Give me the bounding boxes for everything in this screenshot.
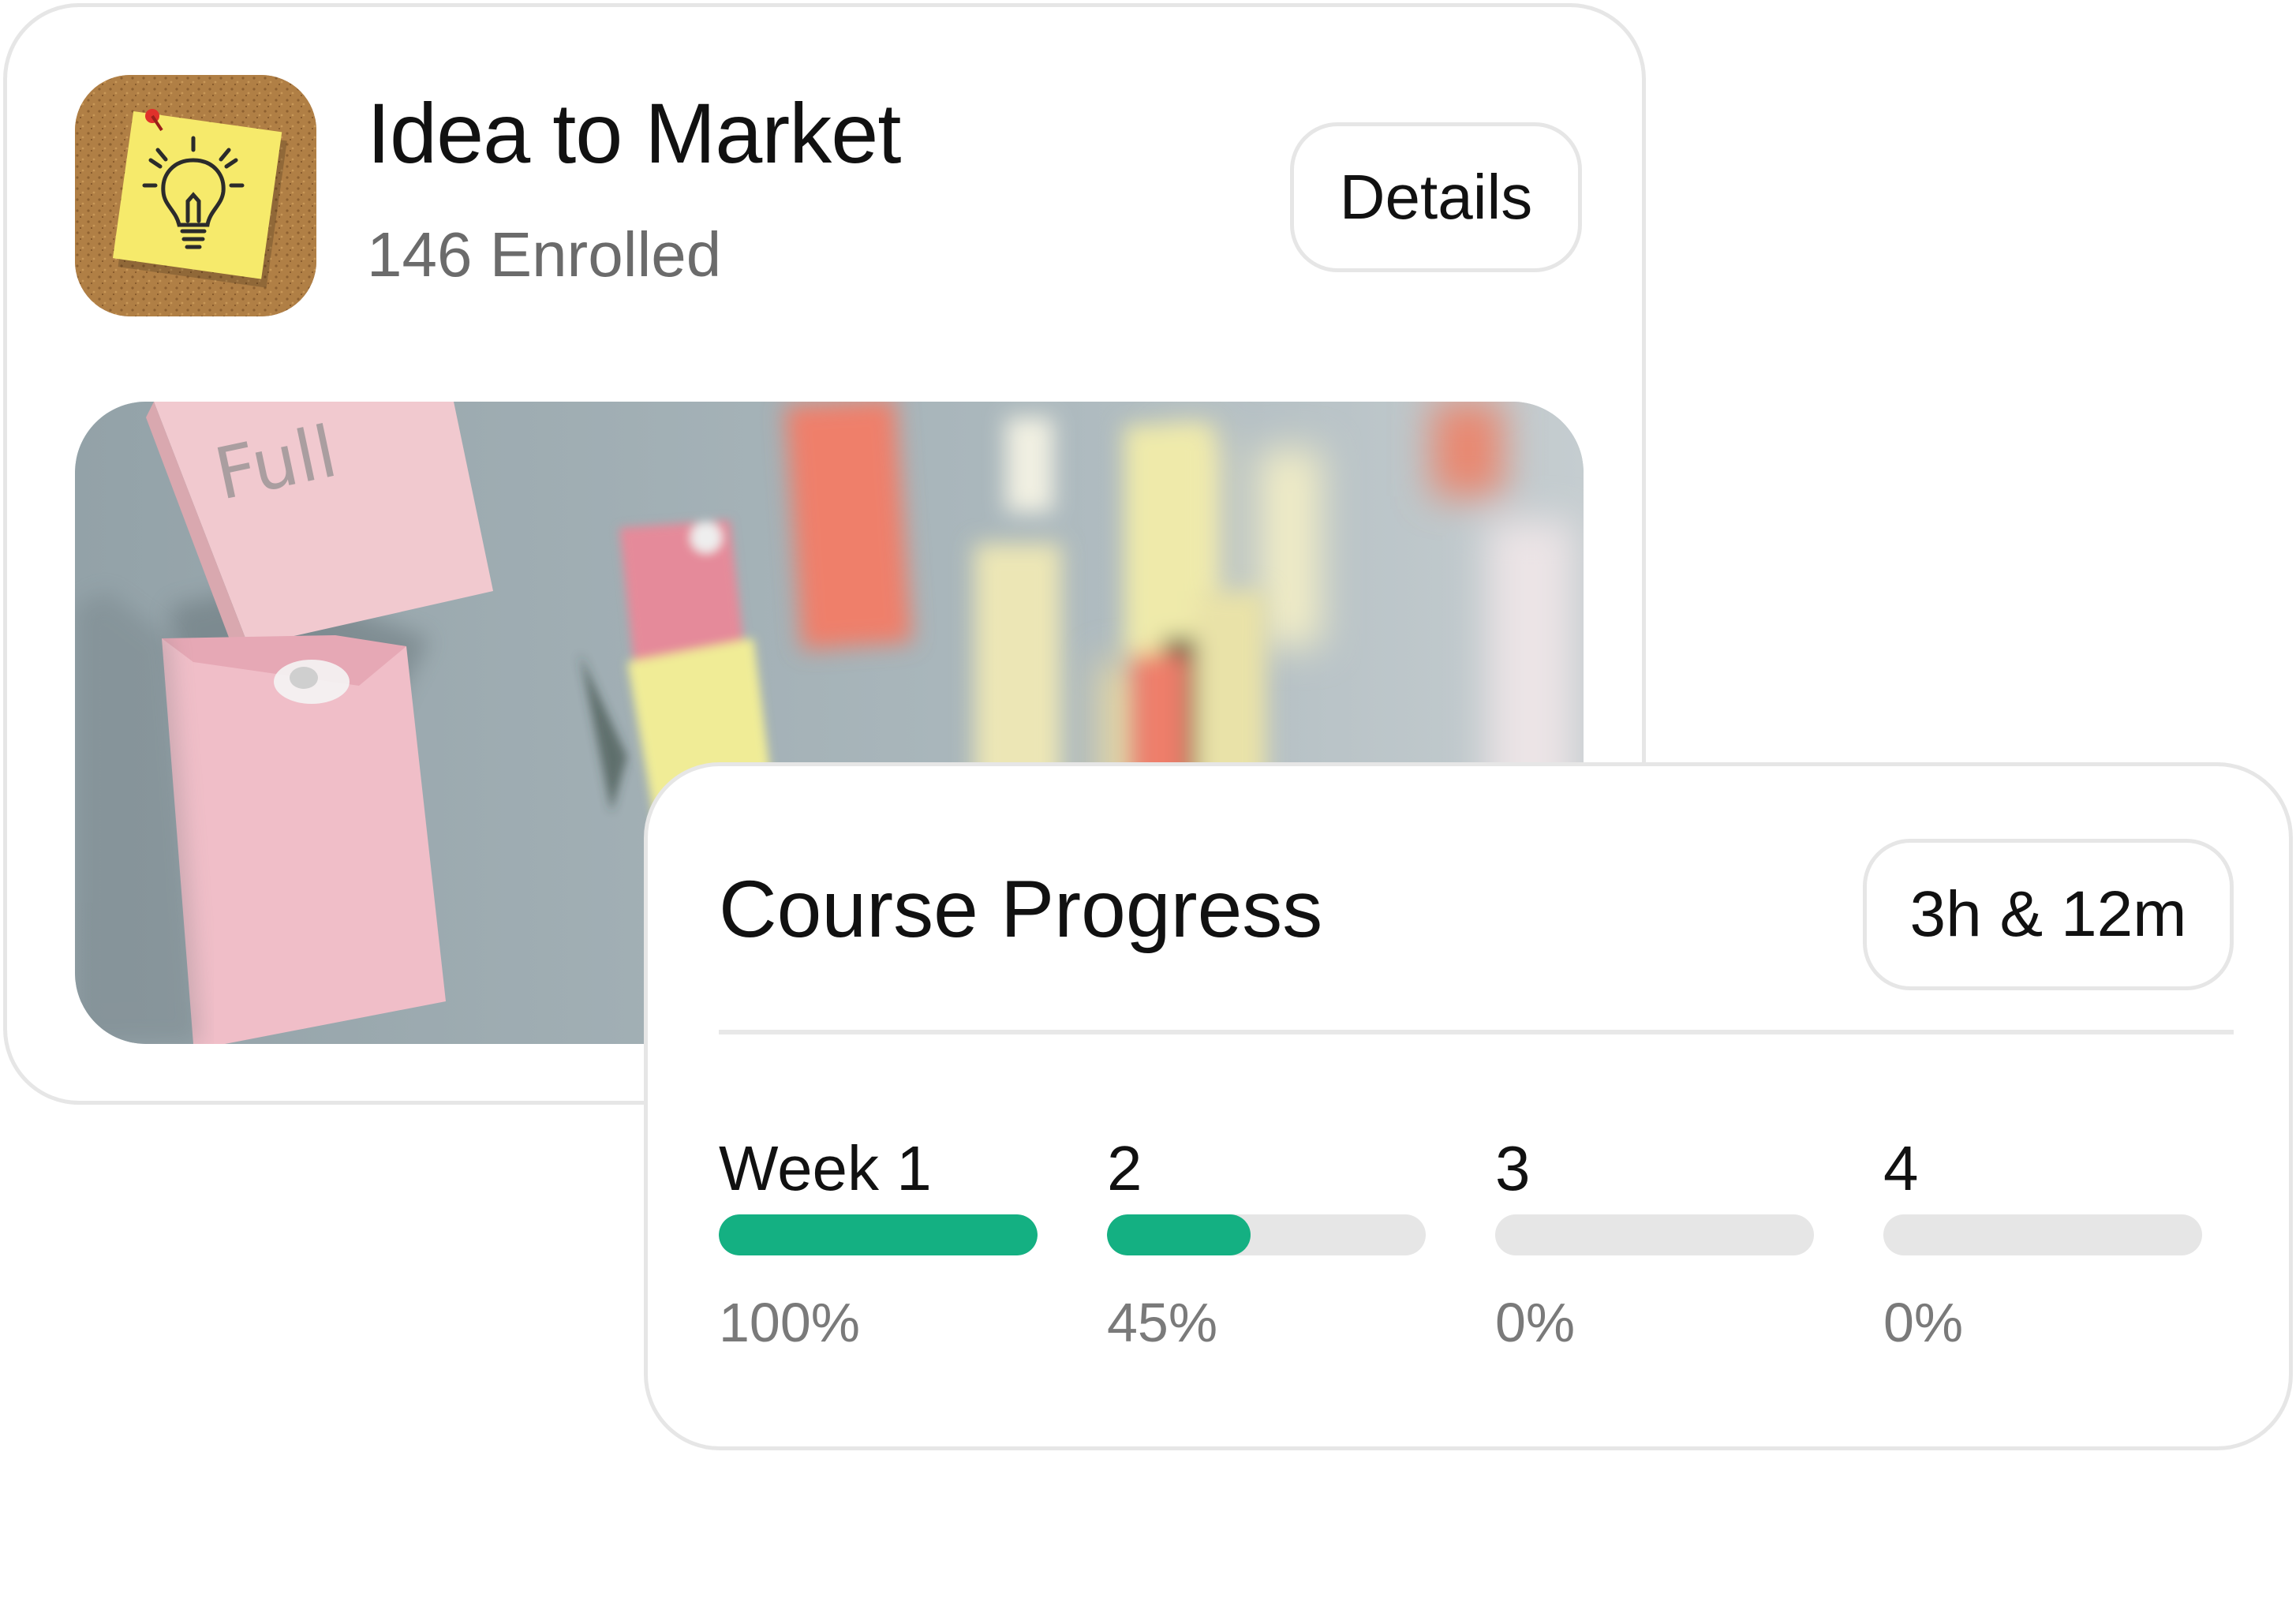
progress-bar-track [1495,1214,1814,1255]
course-progress-card: Course Progress 3h & 12m Week 1 100% 2 4… [644,762,2293,1450]
duration-badge: 3h & 12m [1863,839,2234,990]
progress-bar-fill [1107,1214,1251,1255]
week-percent: 0% [1883,1292,1964,1353]
week-percent: 100% [719,1292,861,1353]
week-label: 2 [1107,1133,1142,1203]
course-title: Idea to Market [367,85,901,181]
progress-bar-track [1883,1214,2202,1255]
details-button[interactable]: Details [1290,122,1582,272]
divider [719,1030,2234,1034]
progress-title: Course Progress [719,864,1323,954]
progress-bar-track [1107,1214,1426,1255]
week-label: 4 [1883,1133,1919,1203]
week-percent: 0% [1495,1292,1576,1353]
lightbulb-sticky-note-icon [75,75,316,316]
week-progress-1: Week 1 100% [719,1133,1038,1350]
week-label: 3 [1495,1133,1531,1203]
week-progress-4: 4 0% [1883,1133,2202,1350]
progress-bar-fill [719,1214,1038,1255]
progress-bar-track [719,1214,1038,1255]
enrolled-count: 146 Enrolled [367,219,722,290]
week-progress-2: 2 45% [1107,1133,1426,1350]
week-label: Week 1 [719,1133,932,1203]
week-progress-3: 3 0% [1495,1133,1814,1350]
week-percent: 45% [1107,1292,1218,1353]
